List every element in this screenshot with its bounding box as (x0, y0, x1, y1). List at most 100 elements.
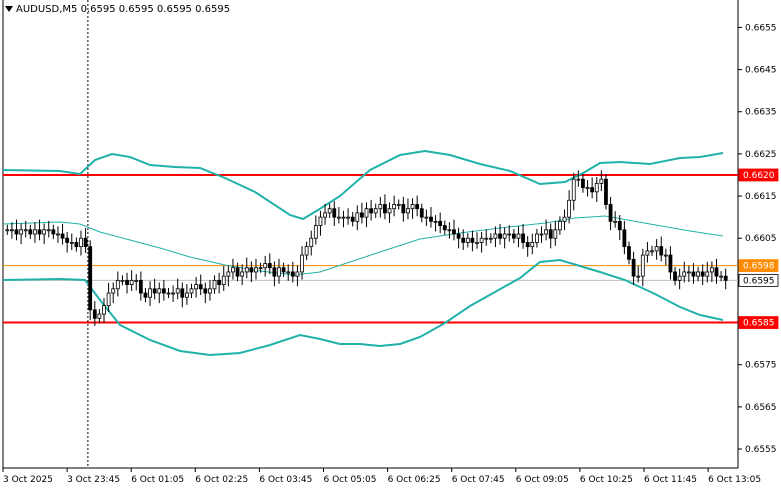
price-label-orange: 0.6598 (738, 259, 779, 273)
candle-body-bullish (318, 216, 323, 226)
candle-body-bullish (530, 242, 535, 248)
candle-body-bearish (74, 242, 79, 248)
candle-body-bearish (37, 229, 42, 235)
candle (604, 174, 608, 210)
candle-body-bearish (604, 178, 608, 205)
candle-body-bullish (221, 275, 226, 285)
candle-body-bullish (102, 305, 106, 315)
candle-body-bullish (613, 220, 618, 223)
candle-body-bullish (23, 229, 28, 232)
y-tick-label: 0.6635 (745, 108, 777, 118)
candle-body-bearish (60, 233, 65, 239)
candle-body-bullish (567, 199, 572, 218)
candle-body-bullish (645, 250, 650, 256)
candle-body-bullish (562, 216, 567, 222)
candle-body-bearish (267, 263, 272, 269)
candle-body-bullish (336, 216, 341, 219)
candle-body-bearish (203, 288, 208, 294)
candle-body-bullish (33, 229, 37, 235)
candle-body-bullish (558, 220, 562, 231)
y-tick-label: 0.6575 (745, 361, 777, 371)
candle-body-bearish (627, 246, 631, 260)
candle-body-bearish (438, 220, 443, 226)
candle-body-bullish (433, 220, 438, 223)
candle-body-bearish (152, 288, 157, 294)
candle-body-bearish (631, 258, 636, 277)
candle-body-bullish (576, 178, 581, 181)
x-tick-label: 6 Oct 09:05 (516, 475, 569, 485)
candle-body-bearish (659, 246, 664, 256)
candle-body-bullish (650, 250, 654, 253)
candle-body-bullish (129, 279, 134, 285)
candle-body-bearish (723, 275, 728, 281)
candle-body-bullish (479, 237, 484, 243)
price-label-text: 0.6585 (743, 319, 775, 329)
candle-body-bearish (290, 271, 295, 277)
candle-body-bullish (69, 242, 74, 244)
candle-body-bullish (585, 187, 590, 190)
candle-body-bullish (465, 237, 470, 243)
candle-body-bullish (171, 292, 175, 295)
candle-body-bullish (5, 229, 10, 232)
candle-body-bearish (161, 288, 166, 294)
candle-body-bearish (180, 288, 185, 298)
candle-body-bullish (677, 275, 682, 281)
candle-body-bullish (185, 292, 189, 298)
candle-body-bearish (456, 233, 461, 239)
x-tick-label: 6 Oct 13:05 (708, 475, 761, 485)
candle-body-bullish (484, 237, 489, 240)
candle-body-bullish (226, 271, 231, 277)
candle-body-bullish (378, 204, 383, 210)
candle-body-bullish (300, 254, 304, 273)
candle-body-bearish (511, 233, 516, 239)
candle-body-bearish (14, 229, 19, 235)
candle-body-bearish (125, 279, 129, 285)
candle-body-bullish (277, 267, 281, 277)
candle-body-bullish (719, 275, 723, 278)
candle-body-bullish (709, 267, 714, 273)
candle-body-bearish (350, 216, 355, 222)
candle-body-bullish (309, 237, 314, 248)
price-label-text: 0.6595 (743, 276, 775, 286)
candle-body-bullish (502, 233, 507, 239)
price-chart[interactable]: 0.6655 0.6645 0.6635 0.6625 0.6615 0.6605 0.65… (0, 0, 781, 489)
candle-body-bearish (429, 216, 433, 222)
candle-body-bullish (263, 263, 268, 269)
candle-body-bullish (636, 275, 641, 278)
candle-body-bearish (369, 208, 374, 214)
candle-body-bullish (640, 254, 645, 277)
dropdown-triangle-icon[interactable] (5, 6, 13, 12)
candle-body-bullish (410, 204, 415, 210)
x-tick-label: 3 Oct 23:45 (67, 475, 120, 485)
candle-body-bearish (548, 229, 553, 239)
price-label-last: 0.6595 (738, 273, 779, 287)
candle-body-bearish (249, 267, 254, 273)
candle-body-bearish (442, 225, 447, 231)
candle-body-bullish (654, 246, 659, 252)
candle-body-bullish (286, 271, 291, 274)
candle-body-bearish (452, 229, 456, 235)
candle-body-bearish (383, 204, 387, 214)
x-tick-label: 6 Oct 06:25 (388, 475, 441, 485)
candle-body-bearish (714, 267, 719, 277)
candle-body-bullish (544, 229, 548, 235)
candle-body-bullish (705, 271, 710, 277)
candle-body-bullish (341, 216, 346, 219)
candle-body-bullish (493, 233, 498, 239)
candle-body-bullish (488, 237, 493, 240)
candle-body-bullish (507, 233, 512, 236)
candle-body-bearish (461, 237, 466, 243)
x-tick-label: 6 Oct 07:45 (452, 475, 505, 485)
y-tick-label: 0.6565 (745, 403, 777, 413)
candle-body-bearish (590, 187, 595, 193)
candle-body-bullish (106, 292, 111, 307)
y-tick-label: 0.6615 (745, 192, 777, 202)
candle-body-bullish (189, 288, 194, 294)
candle-body-bearish (673, 271, 677, 281)
candle-body-bullish (258, 267, 263, 270)
candle-body-bullish (323, 212, 327, 218)
candle-body-bullish (42, 229, 47, 235)
candle-body-bullish (346, 216, 350, 219)
candle-body-bullish (148, 288, 152, 298)
candle-body-bullish (327, 208, 332, 214)
